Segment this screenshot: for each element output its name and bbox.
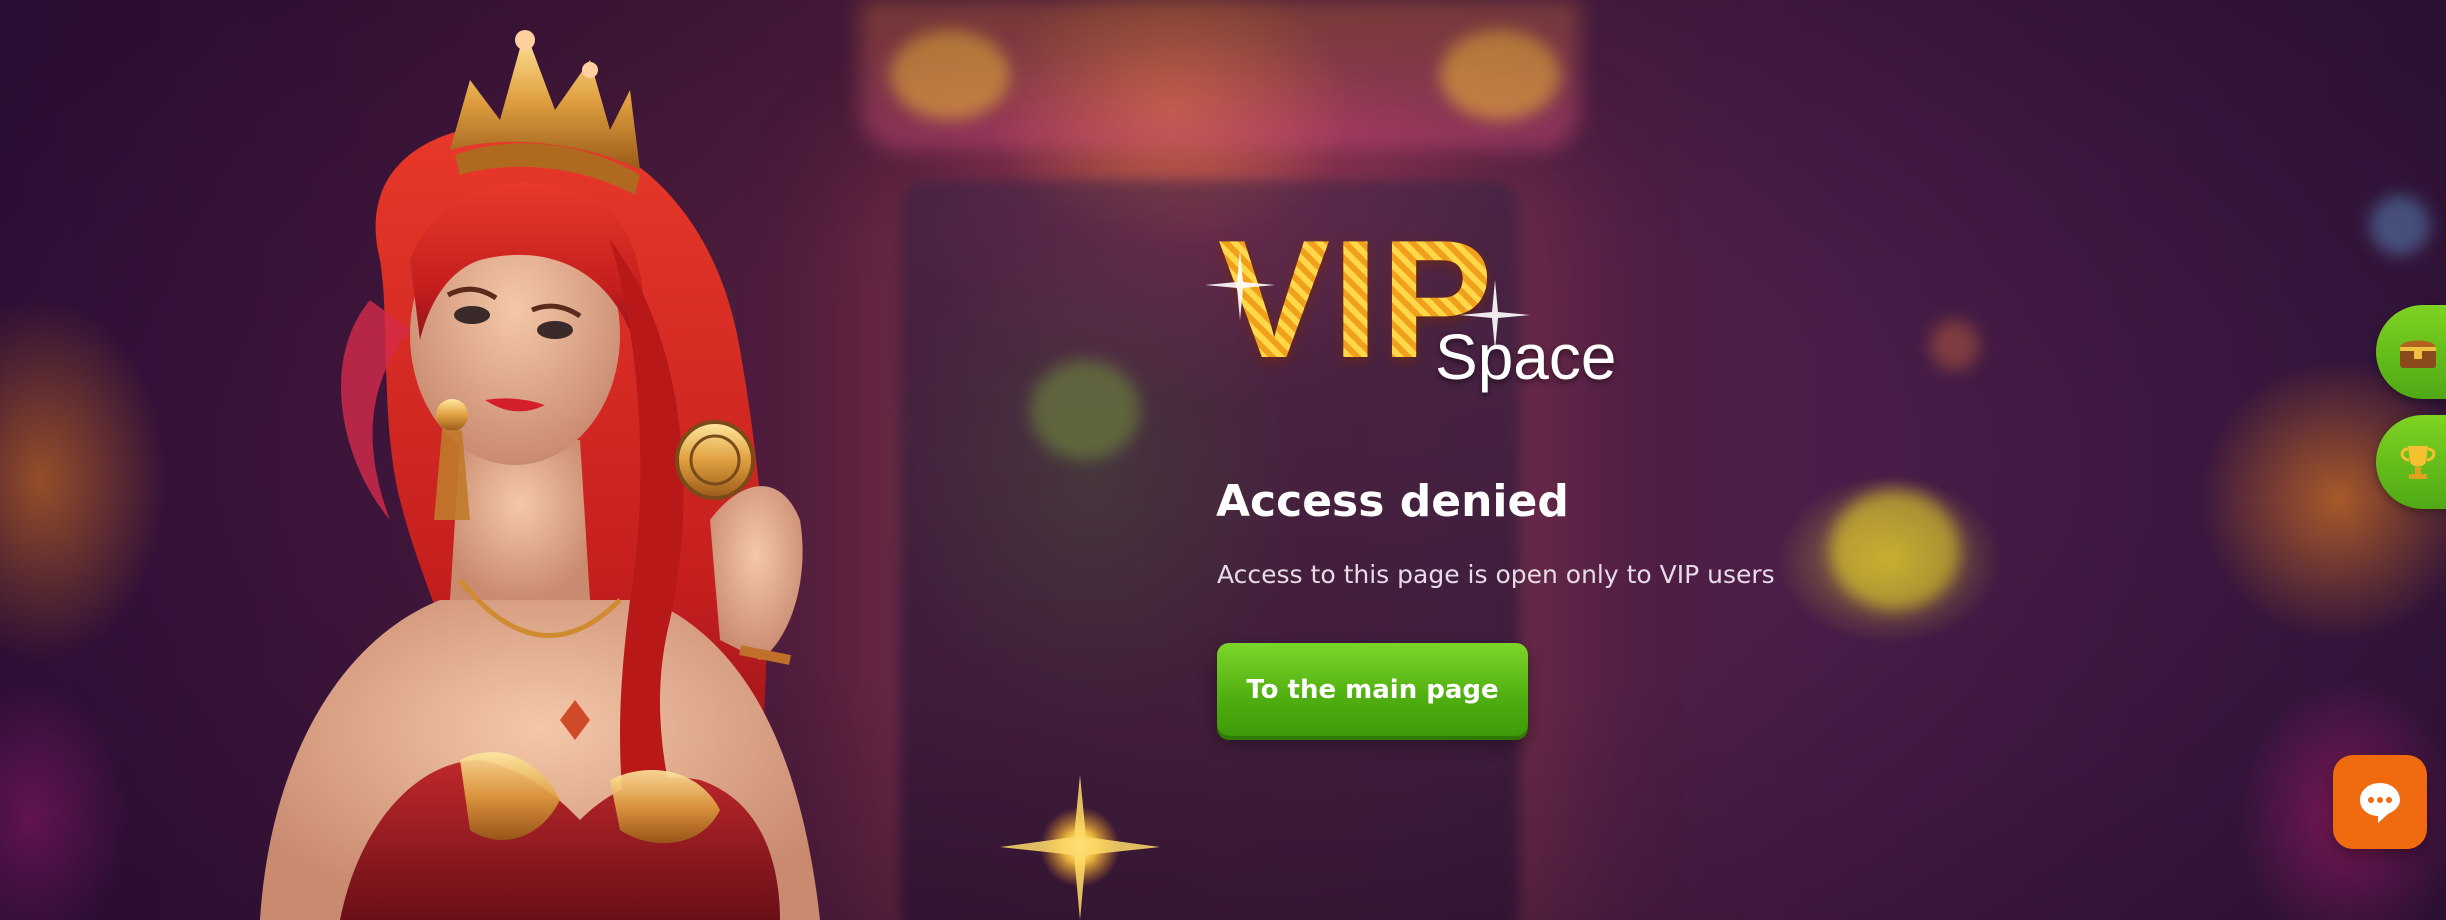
access-denied-title: Access denied xyxy=(1216,476,1569,527)
sparkle-icon xyxy=(1000,775,1160,920)
sparkle-decoration xyxy=(1000,775,1160,920)
logo-flare-icon xyxy=(1205,250,1275,320)
access-denied-subtitle: Access to this page is open only to VIP … xyxy=(1217,560,1775,589)
logo-flare-icon xyxy=(1460,280,1530,350)
vip-space-logo: VIP Space xyxy=(1205,215,1640,415)
live-chat-button[interactable] xyxy=(2333,755,2427,849)
treasure-chest-icon xyxy=(2400,340,2436,368)
trophy-icon xyxy=(2400,446,2436,479)
queen-character-illustration xyxy=(180,0,1000,920)
to-main-page-button[interactable]: To the main page xyxy=(1217,643,1528,736)
queen-character-svg xyxy=(260,30,820,920)
chat-bubble-icon xyxy=(2360,783,2400,823)
